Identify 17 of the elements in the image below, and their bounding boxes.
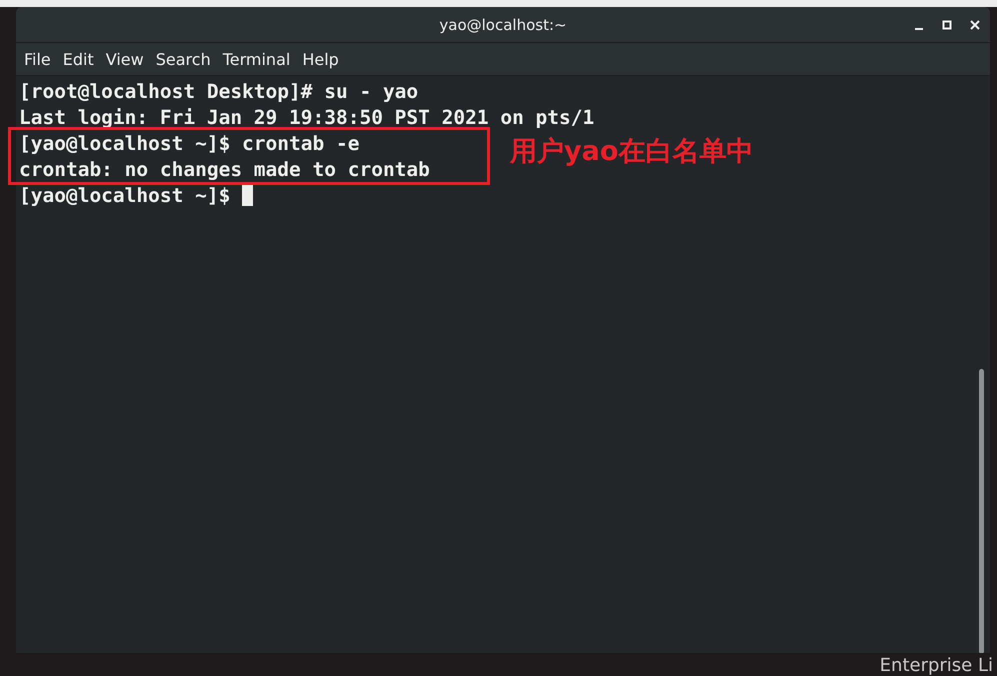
window-title: yao@localhost:~	[439, 16, 567, 34]
scrollbar[interactable]	[979, 369, 984, 653]
menu-item[interactable]: Terminal	[216, 50, 296, 68]
menu-item[interactable]: File	[18, 50, 57, 68]
menu-item[interactable]: Edit	[56, 50, 100, 68]
terminal-line: crontab: no changes made to crontab	[19, 157, 430, 183]
close-icon[interactable]	[968, 18, 982, 32]
terminal-line: [root@localhost Desktop]# su - yao	[19, 79, 418, 105]
desktop-text: Enterprise Li	[880, 655, 993, 676]
maximize-icon[interactable]	[940, 18, 954, 32]
terminal-line: [yao@localhost ~]$	[19, 183, 254, 209]
terminal-line: [yao@localhost ~]$ crontab -e	[19, 131, 360, 157]
menu-item[interactable]: View	[100, 50, 150, 68]
menu-item[interactable]: Help	[296, 50, 345, 68]
menu-item[interactable]: Search	[150, 50, 217, 68]
terminal-line: Last login: Fri Jan 29 19:38:50 PST 2021 on pts/1	[19, 105, 594, 131]
annotation-text: 用户yao在白名单中	[510, 135, 754, 169]
